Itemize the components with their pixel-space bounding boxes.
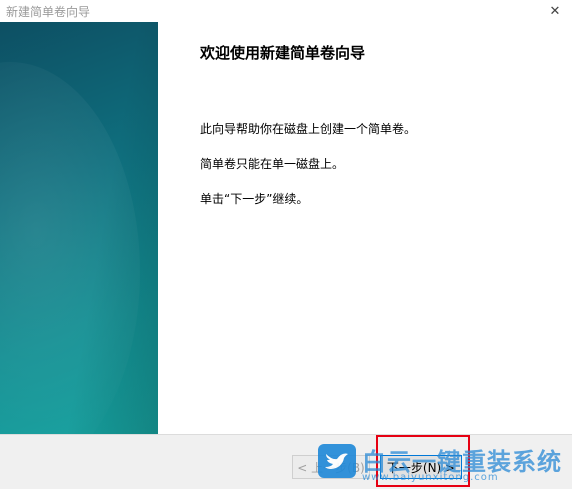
title-bar: 新建简单卷向导 ✕ xyxy=(0,0,572,22)
wizard-side-banner xyxy=(0,22,158,434)
intro-text: 此向导帮助你在磁盘上创建一个简单卷。 xyxy=(200,122,417,136)
back-button[interactable]: < 上一步(B) xyxy=(292,455,370,479)
instruction-text: 单击“下一步”继续。 xyxy=(200,192,309,206)
close-button[interactable]: ✕ xyxy=(538,0,572,22)
next-button[interactable]: 下一步(N) > xyxy=(380,455,462,479)
info-text: 简单卷只能在单一磁盘上。 xyxy=(200,157,345,171)
window-title: 新建简单卷向导 xyxy=(6,5,91,19)
page-title: 欢迎使用新建简单卷向导 xyxy=(200,44,366,62)
wizard-content: 欢迎使用新建简单卷向导 此向导帮助你在磁盘上创建一个简单卷。 简单卷只能在单一磁… xyxy=(158,22,572,434)
close-icon: ✕ xyxy=(549,3,561,19)
wizard-footer: < 上一步(B) 下一步(N) > xyxy=(0,434,572,489)
